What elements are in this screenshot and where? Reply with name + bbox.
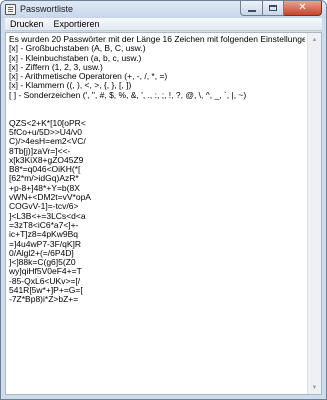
scroll-down-icon[interactable]: ▼ — [308, 381, 321, 394]
notepad-list-icon — [5, 4, 16, 15]
title-bar[interactable]: Passwortliste ✕ — [1, 1, 326, 18]
password-line: -7Z*Bp8)i*Z>bZ+= — [9, 294, 79, 305]
minimize-icon — [247, 10, 256, 12]
menu-drucken[interactable]: Drucken — [5, 18, 49, 31]
password-line — [9, 100, 305, 109]
password-text-content[interactable]: Es wurden 20 Passwörter mit der Länge 16… — [9, 35, 305, 394]
password-text-area[interactable]: Es wurden 20 Passwörter mit der Länge 16… — [5, 32, 322, 395]
close-icon: ✕ — [298, 2, 307, 13]
window-title: Passwortliste — [20, 4, 74, 14]
maximize-button[interactable] — [263, 1, 284, 16]
minimize-button[interactable] — [240, 1, 263, 16]
vertical-scrollbar[interactable]: ▲ ▼ — [307, 33, 321, 394]
password-list-window: Passwortliste ✕ Drucken Exportieren Es w… — [0, 0, 327, 400]
scroll-up-icon[interactable]: ▲ — [308, 33, 321, 46]
window-controls: ✕ — [240, 1, 322, 16]
menu-bar: Drucken Exportieren — [5, 18, 322, 31]
menu-exportieren[interactable]: Exportieren — [49, 18, 105, 31]
close-button[interactable]: ✕ — [284, 1, 322, 16]
maximize-icon — [269, 5, 277, 11]
settings-line: [ ] - Sonderzeichen (', ", #, $, %, &, '… — [9, 89, 247, 100]
